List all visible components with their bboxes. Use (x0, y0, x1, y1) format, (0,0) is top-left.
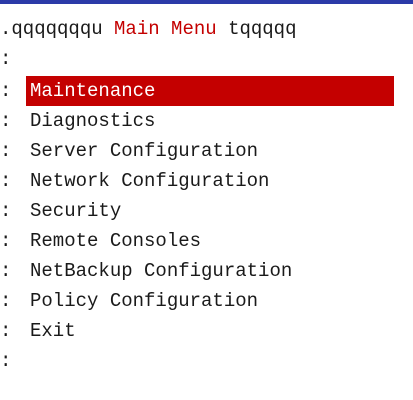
border-char: : (0, 290, 12, 312)
terminal-screen: .qqqqqqqu Main Menu tqqqqq : : : Mainten… (0, 0, 413, 400)
top-rule (0, 0, 413, 4)
menu-item-server-configuration[interactable]: : Server Configuration (0, 136, 413, 166)
menu-item-network-configuration[interactable]: : Network Configuration (0, 166, 413, 196)
menu-title-bar: .qqqqqqqu Main Menu tqqqqq (0, 14, 296, 44)
menu-item-remote-consoles[interactable]: : Remote Consoles (0, 226, 413, 256)
menu-item-label: Network Configuration (30, 170, 270, 192)
title-right-border: tqqqqq (228, 18, 297, 40)
menu-title: Main Menu (114, 18, 217, 40)
border-char: : (0, 170, 12, 192)
border-char: : (0, 140, 12, 162)
menu-item-label: Security (30, 200, 122, 222)
menu-item-policy-configuration[interactable]: : Policy Configuration (0, 286, 413, 316)
border-char: : (0, 260, 12, 282)
border-char: : (0, 230, 12, 252)
menu-item-label: Diagnostics (30, 110, 156, 132)
menu-item-netbackup-configuration[interactable]: : NetBackup Configuration (0, 256, 413, 286)
menu-item-maintenance[interactable]: : Maintenance (0, 76, 413, 106)
menu-item-diagnostics[interactable]: : Diagnostics (0, 106, 413, 136)
menu-item-label: NetBackup Configuration (30, 260, 293, 282)
border-char: : (0, 48, 12, 70)
main-menu: : Maintenance : Diagnostics : Server Con… (0, 76, 413, 346)
menu-item-security[interactable]: : Security (0, 196, 413, 226)
menu-item-label: Exit (30, 320, 76, 342)
title-left-border: .qqqqqqqu (0, 18, 103, 40)
border-char: : (0, 320, 12, 342)
border-char: : (0, 200, 12, 222)
menu-item-label: Policy Configuration (30, 290, 259, 312)
border-char: : (0, 80, 12, 102)
border-char: : (0, 110, 12, 132)
menu-item-label: Maintenance (26, 76, 394, 106)
menu-item-exit[interactable]: : Exit (0, 316, 413, 346)
menu-item-label: Remote Consoles (30, 230, 202, 252)
menu-item-label: Server Configuration (30, 140, 259, 162)
